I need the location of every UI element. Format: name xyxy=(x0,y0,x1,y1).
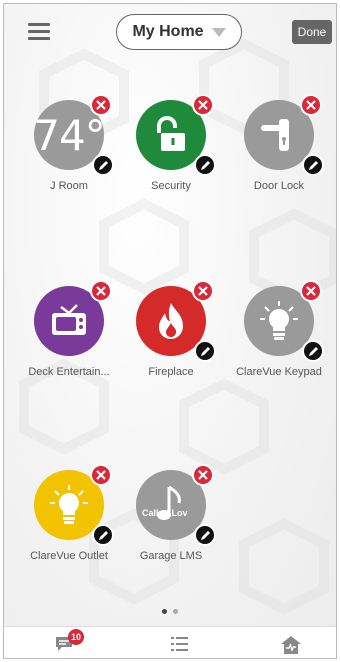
device-tile-garage-lms[interactable]: Called Lov Garage LMS xyxy=(126,464,216,580)
device-tile-clarevue-keypad[interactable]: ClareVue Keypad xyxy=(234,280,324,396)
header: My Home Done xyxy=(4,4,336,56)
edit-pencil-icon[interactable] xyxy=(194,154,216,176)
device-label: Door Lock xyxy=(253,180,305,192)
list-tab[interactable] xyxy=(170,635,194,657)
device-tile-fireplace[interactable]: Fireplace xyxy=(126,280,216,396)
home-activity-tab[interactable] xyxy=(280,635,304,657)
lightbulb-icon xyxy=(50,485,88,524)
now-playing-text: Called Lov xyxy=(142,508,188,518)
device-label: ClareVue Outlet xyxy=(30,550,108,562)
device-label: Garage LMS xyxy=(139,550,203,562)
device-label: J Room xyxy=(50,180,88,192)
remove-icon[interactable] xyxy=(192,464,214,486)
remove-icon[interactable] xyxy=(192,280,214,302)
remove-icon[interactable] xyxy=(192,94,214,116)
chevron-down-icon xyxy=(211,27,226,37)
device-tile-door-lock[interactable]: Door Lock xyxy=(234,94,324,210)
edit-pencil-icon[interactable] xyxy=(92,524,114,546)
door-handle-icon xyxy=(261,119,289,151)
remove-icon[interactable] xyxy=(90,280,112,302)
remove-icon[interactable] xyxy=(300,94,322,116)
device-tile-security[interactable]: Security xyxy=(126,94,216,210)
remove-icon[interactable] xyxy=(90,94,112,116)
edit-pencil-icon[interactable] xyxy=(194,340,216,362)
home-selector[interactable]: My Home xyxy=(116,14,242,50)
home-pulse-icon xyxy=(281,636,301,654)
edit-pencil-icon[interactable] xyxy=(302,340,324,362)
notification-badge: 10 xyxy=(68,629,85,645)
list-icon xyxy=(171,637,188,651)
edit-pencil-icon[interactable] xyxy=(302,154,324,176)
home-selector-label: My Home xyxy=(132,23,204,40)
lightbulb-icon xyxy=(260,301,298,340)
music-note-icon xyxy=(157,485,181,520)
unlocked-padlock-icon xyxy=(157,116,185,151)
remove-icon[interactable] xyxy=(90,464,112,486)
device-tile-j-room[interactable]: 74° J Room xyxy=(24,94,114,210)
device-tile-clarevue-outlet[interactable]: ClareVue Outlet xyxy=(24,464,114,580)
device-label: Fireplace xyxy=(148,366,194,378)
bottom-nav-bar: 10 xyxy=(4,626,336,658)
hamburger-menu-icon[interactable] xyxy=(28,23,50,41)
edit-pencil-icon[interactable] xyxy=(194,524,216,546)
remove-icon[interactable] xyxy=(300,280,322,302)
messages-tab[interactable]: 10 xyxy=(54,629,85,657)
device-label: ClareVue Keypad xyxy=(236,366,322,378)
page-dot[interactable] xyxy=(173,609,178,614)
edit-pencil-icon[interactable] xyxy=(92,154,114,176)
tv-icon xyxy=(52,304,86,335)
device-label: Deck Entertain... xyxy=(28,366,110,378)
temperature-display: 74° xyxy=(33,110,105,160)
flame-icon xyxy=(159,303,183,339)
done-button[interactable]: Done xyxy=(292,20,332,44)
page-dot-active[interactable] xyxy=(162,609,167,614)
page-indicator[interactable] xyxy=(162,609,178,614)
app-frame: My Home Done 74° J Room Security Door Lo… xyxy=(3,3,337,659)
device-label: Security xyxy=(151,180,191,192)
device-tile-deck-entertainment[interactable]: Deck Entertain... xyxy=(24,280,114,396)
